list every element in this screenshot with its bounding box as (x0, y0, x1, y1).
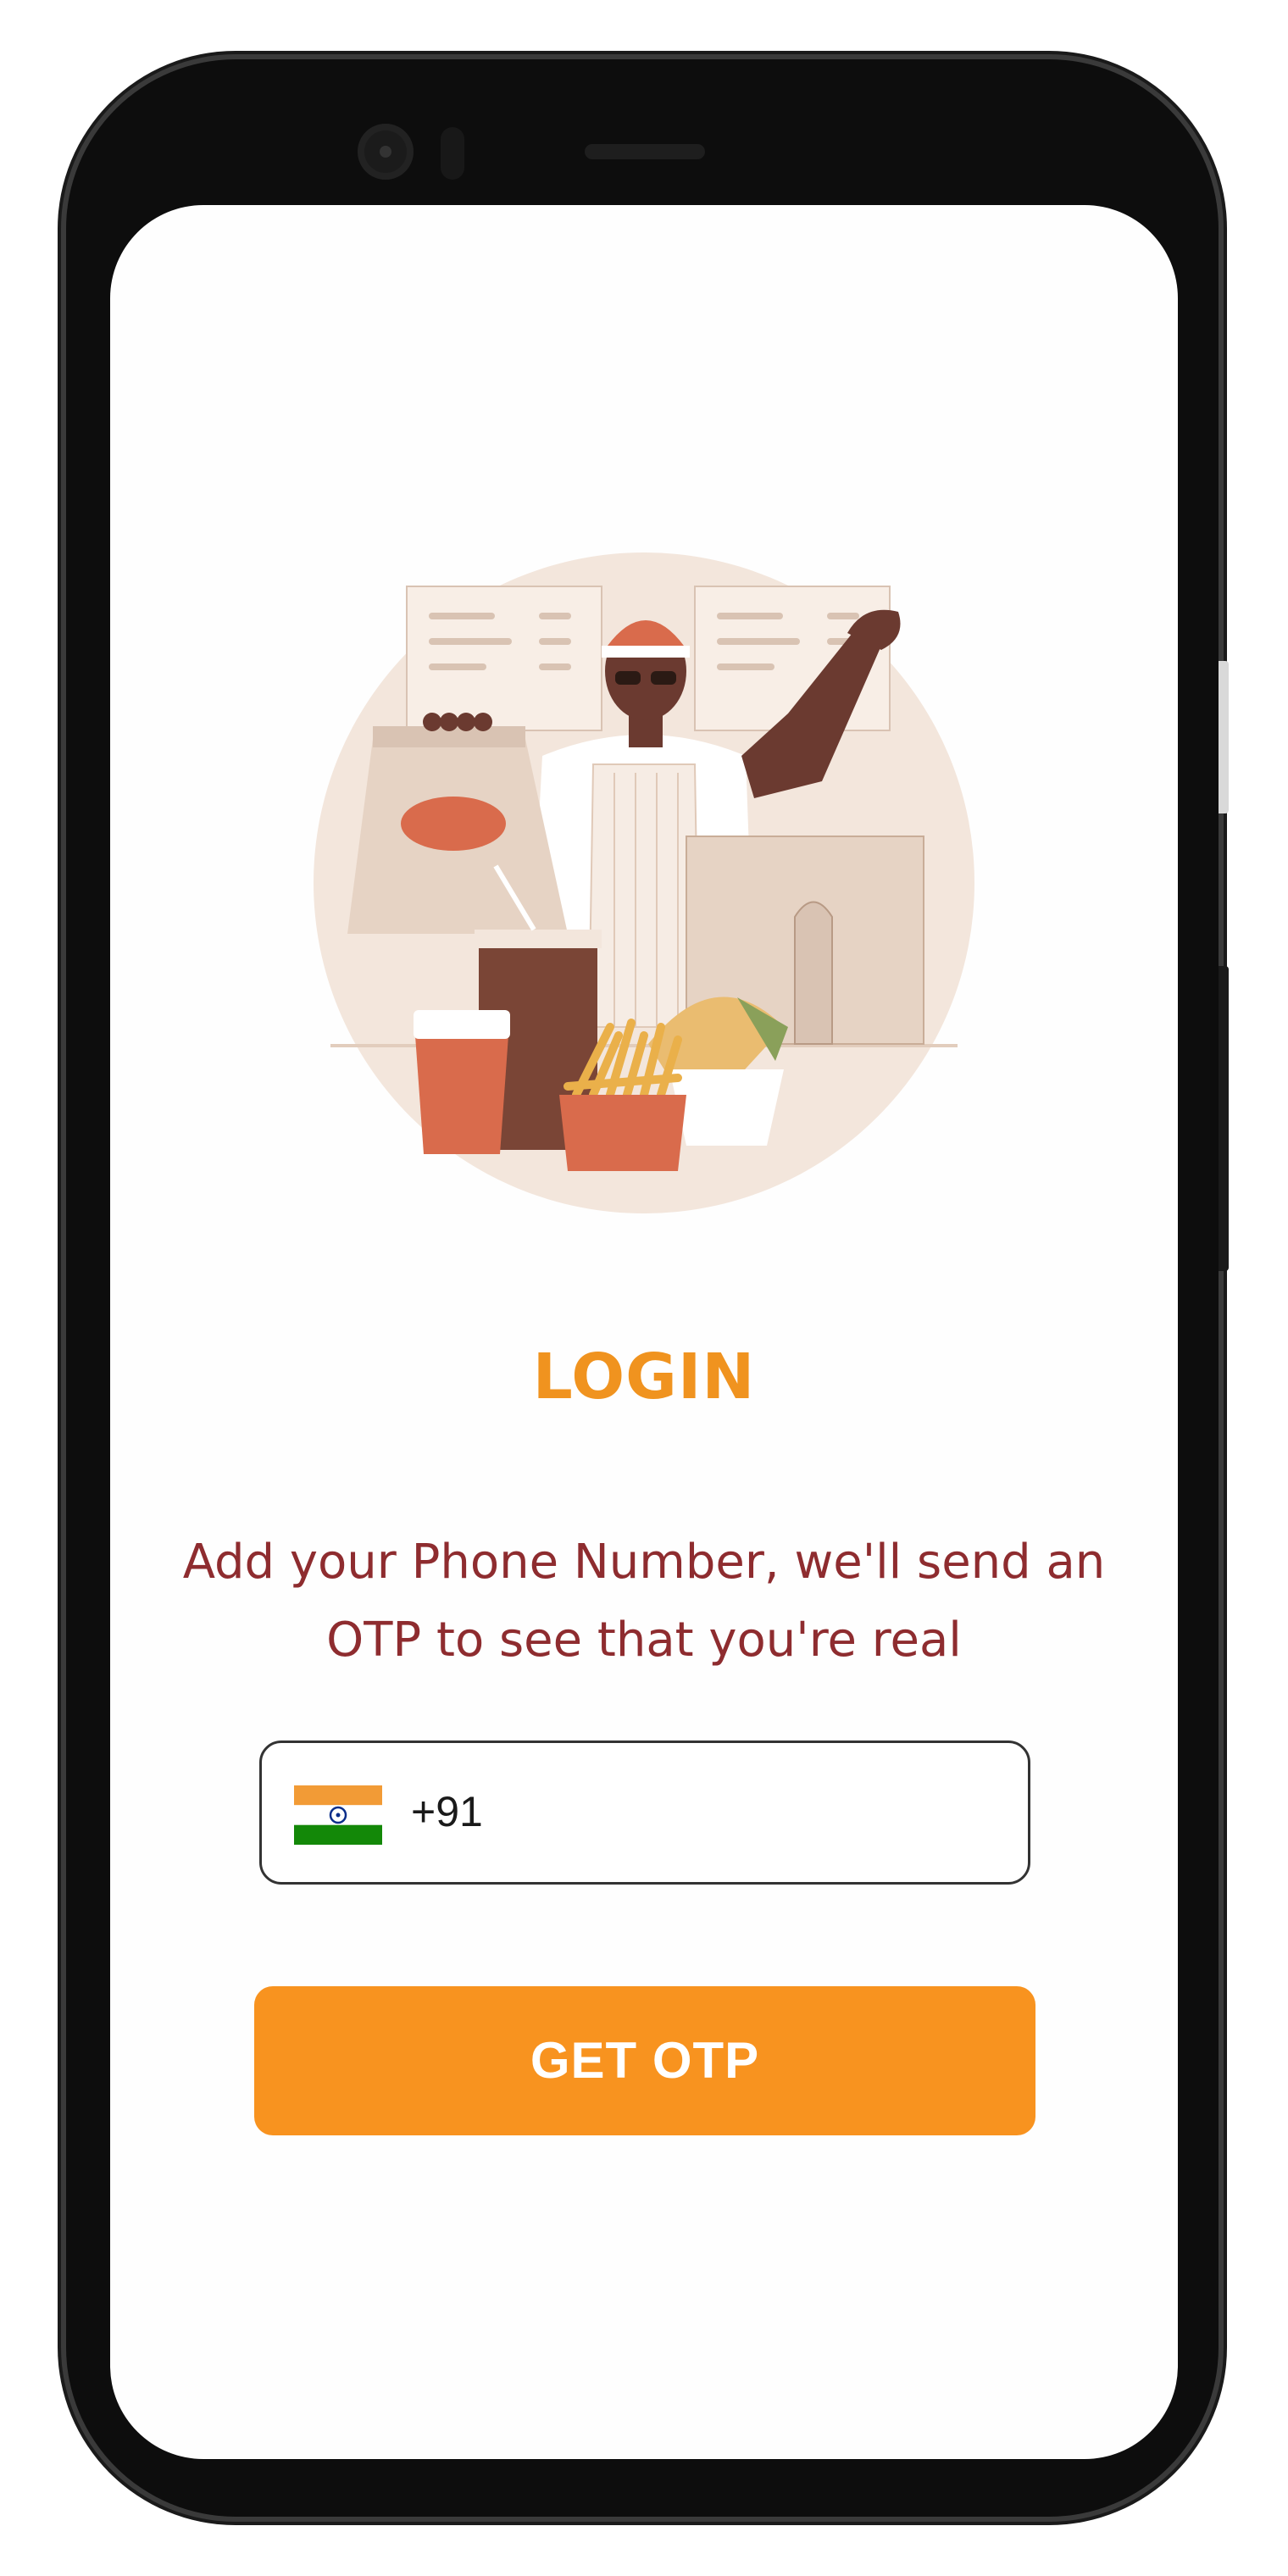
earpiece-speaker (585, 144, 705, 159)
food-vendor-illustration (314, 552, 974, 1213)
login-screen: LOGIN Add your Phone Number, we'll send … (110, 205, 1178, 2459)
power-button (1219, 661, 1229, 813)
get-otp-button[interactable]: GET OTP (254, 1986, 1035, 2135)
login-subtitle: Add your Phone Number, we'll send an OTP… (182, 1535, 1106, 1668)
phone-number-field[interactable]: +91 (259, 1740, 1030, 1885)
login-title: LOGIN (532, 1341, 756, 1413)
country-code[interactable]: +91 (411, 1787, 483, 1836)
phone-sensor (441, 127, 464, 180)
front-camera (358, 124, 414, 180)
india-flag-icon[interactable] (294, 1785, 382, 1845)
volume-button (1219, 966, 1229, 1271)
phone-number-input[interactable] (491, 1768, 1002, 1863)
